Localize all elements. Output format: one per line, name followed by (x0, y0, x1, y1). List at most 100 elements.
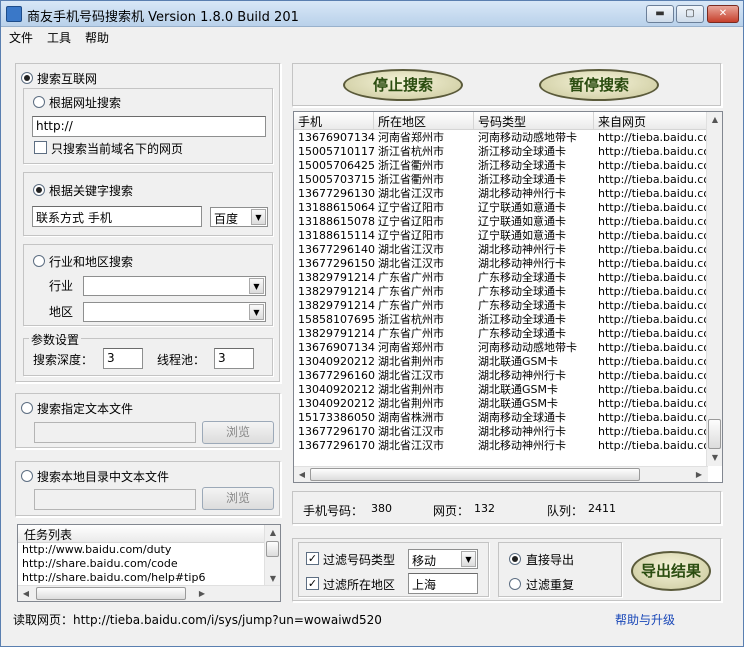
browse-dir-button[interactable]: 浏览 (202, 487, 274, 510)
depth-input[interactable]: 3 (103, 348, 143, 369)
cell-source: http://tieba.baidu.com (598, 411, 708, 424)
close-button[interactable]: ✕ (707, 5, 739, 23)
scroll-thumb[interactable] (310, 468, 640, 481)
cell-phone: 13677296170 (298, 425, 375, 438)
stop-search-button[interactable]: 停止搜索 (343, 69, 463, 101)
cell-source: http://tieba.baidu.com (598, 383, 708, 396)
only-domain-label: 只搜索当前域名下的网页 (51, 142, 184, 156)
app-window: 商友手机号码搜索机 Version 1.8.0 Build 201 ▬ ▢ ✕ … (0, 0, 744, 647)
by-industry-radio[interactable] (33, 255, 45, 267)
type-select[interactable]: 移动 ▼ (408, 549, 478, 569)
maximize-button[interactable]: ▢ (676, 5, 704, 23)
menu-tools[interactable]: 工具 (47, 29, 71, 46)
export-results-button[interactable]: 导出结果 (631, 551, 711, 591)
cell-type: 河南移动动感地带卡 (478, 341, 577, 354)
cell-source: http://tieba.baidu.com (598, 131, 708, 144)
menu-help[interactable]: 帮助 (85, 29, 109, 46)
menu-file[interactable]: 文件 (9, 29, 33, 46)
task-hscrollbar[interactable]: ◀ ▶ (18, 585, 280, 601)
cell-source: http://tieba.baidu.com (598, 271, 708, 284)
cell-source: http://tieba.baidu.com (598, 145, 708, 158)
results-table[interactable]: 手机 所在地区 号码类型 来自网页 13676907134 河南省郑州市 河南移动动… (293, 111, 723, 483)
minimize-button[interactable]: ▬ (646, 5, 674, 23)
type-value: 移动 (412, 554, 437, 568)
cell-region: 湖北省江汉市 (378, 425, 444, 438)
filter-dup-radio[interactable] (509, 578, 521, 590)
task-item[interactable]: http://share.baidu.com/help#tip6 (22, 571, 205, 585)
cell-source: http://tieba.baidu.com (598, 425, 708, 438)
col-phone[interactable]: 手机 (294, 112, 374, 130)
cell-type: 浙江移动全球通卡 (478, 313, 566, 326)
help-upgrade-link[interactable]: 帮助与升级 (615, 611, 675, 628)
scroll-right-icon[interactable]: ▶ (691, 467, 707, 482)
phone-count-label: 手机号码： (303, 504, 364, 518)
filter-dup-label: 过滤重复 (526, 578, 575, 592)
search-web-radio[interactable] (21, 72, 33, 84)
engine-select[interactable]: 百度 ▼ (210, 207, 268, 227)
cell-region: 辽宁省辽阳市 (378, 201, 444, 214)
keyword-input[interactable]: 联系方式 手机 (32, 206, 202, 227)
cell-phone: 13188615064 (298, 201, 375, 214)
col-type[interactable]: 号码类型 (474, 112, 594, 130)
cell-type: 辽宁联通如意通卡 (478, 229, 566, 242)
task-list[interactable]: 任务列表 http://www.baidu.com/duty http://sh… (17, 524, 281, 602)
cell-phone: 13040920212 (298, 383, 375, 396)
filter-type-checkbox[interactable]: ✓ (306, 552, 319, 565)
cell-source: http://tieba.baidu.com (598, 285, 708, 298)
cell-region: 广东省广州市 (378, 299, 444, 312)
region-filter-input[interactable]: 上海 (408, 573, 478, 594)
cell-phone: 13188615114 (298, 229, 375, 242)
cell-phone: 13188615078 (298, 215, 375, 228)
chevron-down-icon: ▼ (249, 278, 264, 294)
cell-phone: 13677296160 (298, 369, 375, 382)
task-item[interactable]: http://share.baidu.com/code (22, 557, 205, 571)
task-list-header: 任务列表 (18, 525, 266, 543)
threads-input[interactable]: 3 (214, 348, 254, 369)
file-path-input[interactable] (34, 422, 196, 443)
filter-region-checkbox[interactable]: ✓ (306, 577, 319, 590)
scroll-left-icon[interactable]: ◀ (294, 467, 310, 482)
cell-region: 河南省郑州市 (378, 131, 444, 144)
filter-type-label: 过滤号码类型 (323, 553, 396, 567)
direct-export-radio[interactable] (509, 553, 521, 565)
scroll-left-icon[interactable]: ◀ (18, 586, 34, 601)
by-keyword-radio[interactable] (33, 184, 45, 196)
cell-region: 湖南省株洲市 (378, 411, 444, 424)
scroll-down-icon[interactable]: ▼ (707, 450, 722, 466)
cell-phone: 13677296140 (298, 243, 375, 256)
direct-export-label: 直接导出 (526, 553, 575, 567)
results-vscrollbar[interactable]: ▲ ▼ (706, 112, 722, 466)
scroll-up-icon[interactable]: ▲ (265, 525, 280, 541)
search-file-radio[interactable] (21, 402, 33, 414)
url-input[interactable]: http:// (32, 116, 266, 137)
only-domain-checkbox[interactable] (34, 141, 47, 154)
pause-search-button[interactable]: 暂停搜索 (539, 69, 659, 101)
by-url-radio[interactable] (33, 96, 45, 108)
scroll-thumb[interactable] (36, 587, 186, 600)
task-vscrollbar[interactable]: ▲ ▼ (264, 525, 280, 587)
search-dir-label: 搜索本地目录中文本文件 (37, 470, 170, 484)
search-dir-radio[interactable] (21, 470, 33, 482)
cell-region: 湖北省江汉市 (378, 187, 444, 200)
col-source[interactable]: 来自网页 (594, 112, 722, 130)
industry-select[interactable]: ▼ (83, 276, 266, 296)
scroll-thumb[interactable] (708, 419, 721, 449)
cell-source: http://tieba.baidu.com (598, 201, 708, 214)
cell-source: http://tieba.baidu.com (598, 355, 708, 368)
scroll-right-icon[interactable]: ▶ (194, 586, 210, 601)
cell-type: 湖北移动神州行卡 (478, 369, 566, 382)
cell-type: 辽宁联通如意通卡 (478, 215, 566, 228)
dir-path-input[interactable] (34, 489, 196, 510)
cell-source: http://tieba.baidu.com (598, 313, 708, 326)
task-item[interactable]: http://www.baidu.com/duty (22, 543, 205, 557)
cell-phone: 13829791214 (298, 285, 375, 298)
region-select[interactable]: ▼ (83, 302, 266, 322)
search-file-label: 搜索指定文本文件 (37, 402, 134, 416)
results-hscrollbar[interactable]: ◀ ▶ (294, 466, 708, 482)
scroll-up-icon[interactable]: ▲ (707, 112, 722, 128)
cell-type: 广东移动全球通卡 (478, 327, 566, 340)
col-region[interactable]: 所在地区 (374, 112, 474, 130)
cell-region: 浙江省杭州市 (378, 145, 444, 158)
browse-file-button[interactable]: 浏览 (202, 421, 274, 444)
scroll-thumb[interactable] (266, 541, 279, 557)
